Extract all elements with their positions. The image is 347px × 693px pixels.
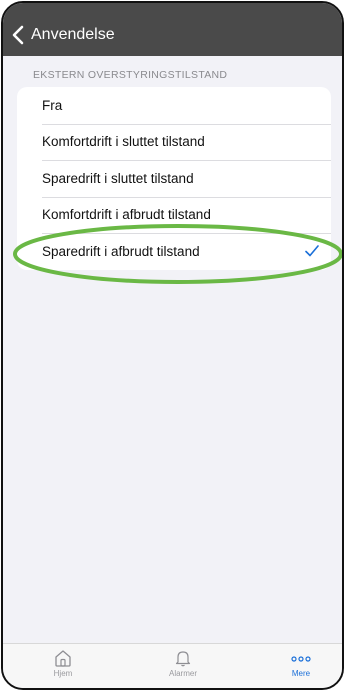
options-list: Fra Komfortdrift i sluttet tilstand Spar…: [17, 87, 331, 270]
option-label: Komfortdrift i afbrudt tilstand: [42, 207, 211, 223]
bell-icon: [175, 651, 191, 667]
more-dots-icon: [291, 656, 311, 662]
phone-frame: Anvendelse EKSTERN OVERSTYRINGSTILSTAND …: [1, 1, 344, 690]
option-label: Sparedrift i sluttet tilstand: [42, 170, 194, 186]
option-label: Fra: [42, 97, 63, 113]
option-label: Komfortdrift i sluttet tilstand: [42, 134, 205, 150]
tab-label: Alarmer: [168, 669, 197, 678]
back-label: Anvendelse: [31, 26, 115, 43]
option-sparedrift-sluttet[interactable]: Sparedrift i sluttet tilstand: [17, 160, 331, 197]
section-header: EKSTERN OVERSTYRINGSTILSTAND: [33, 69, 228, 81]
tab-mere[interactable]: Mere: [271, 648, 331, 678]
option-komfortdrift-sluttet[interactable]: Komfortdrift i sluttet tilstand: [17, 123, 331, 161]
option-label: Sparedrift i afbrudt tilstand: [42, 243, 200, 259]
tab-alarmer[interactable]: Alarmer: [153, 648, 213, 678]
back-button[interactable]: Anvendelse: [11, 23, 115, 47]
checkmark-icon: [305, 245, 319, 257]
tab-hjem[interactable]: Hjem: [33, 648, 93, 678]
option-sparedrift-afbrudt[interactable]: Sparedrift i afbrudt tilstand: [17, 233, 331, 270]
tab-label: Mere: [291, 669, 311, 678]
option-komfortdrift-afbrudt[interactable]: Komfortdrift i afbrudt tilstand: [17, 196, 331, 234]
option-fra[interactable]: Fra: [17, 87, 331, 124]
chevron-left-icon: [12, 25, 24, 45]
tab-label: Hjem: [53, 669, 73, 678]
home-icon: [55, 650, 71, 667]
navigation-bar: Anvendelse: [3, 3, 342, 56]
tab-bar: Hjem Alarmer Mere: [3, 643, 342, 688]
